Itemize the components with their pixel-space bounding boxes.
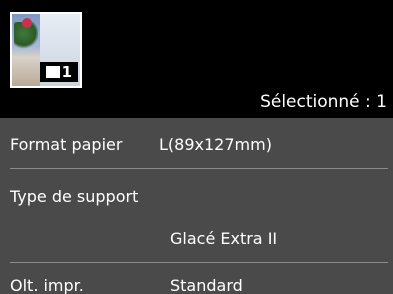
photo-thumbnail[interactable]: 1 (10, 12, 82, 88)
row-divider (10, 262, 388, 263)
selected-count-label: Sélectionné : 1 (260, 92, 387, 112)
print-quality-value[interactable]: Standard (170, 276, 243, 294)
paper-size-label[interactable]: Format papier (10, 135, 122, 154)
preview-header: 1 Sélectionné : 1 (0, 0, 393, 118)
thumbnail-flower (22, 18, 32, 28)
copy-count: 1 (61, 63, 72, 81)
paper-size-value[interactable]: L(89x127mm) (159, 135, 272, 154)
copy-counter: 1 (40, 62, 78, 82)
print-quality-label[interactable]: Olt. impr. (10, 276, 84, 294)
copies-icon (46, 66, 60, 78)
row-divider (10, 168, 388, 169)
print-settings-screen: 1 Sélectionné : 1 Format papier L(89x127… (0, 0, 393, 294)
media-type-value[interactable]: Glacé Extra II (170, 229, 277, 248)
media-type-label[interactable]: Type de support (10, 187, 138, 206)
